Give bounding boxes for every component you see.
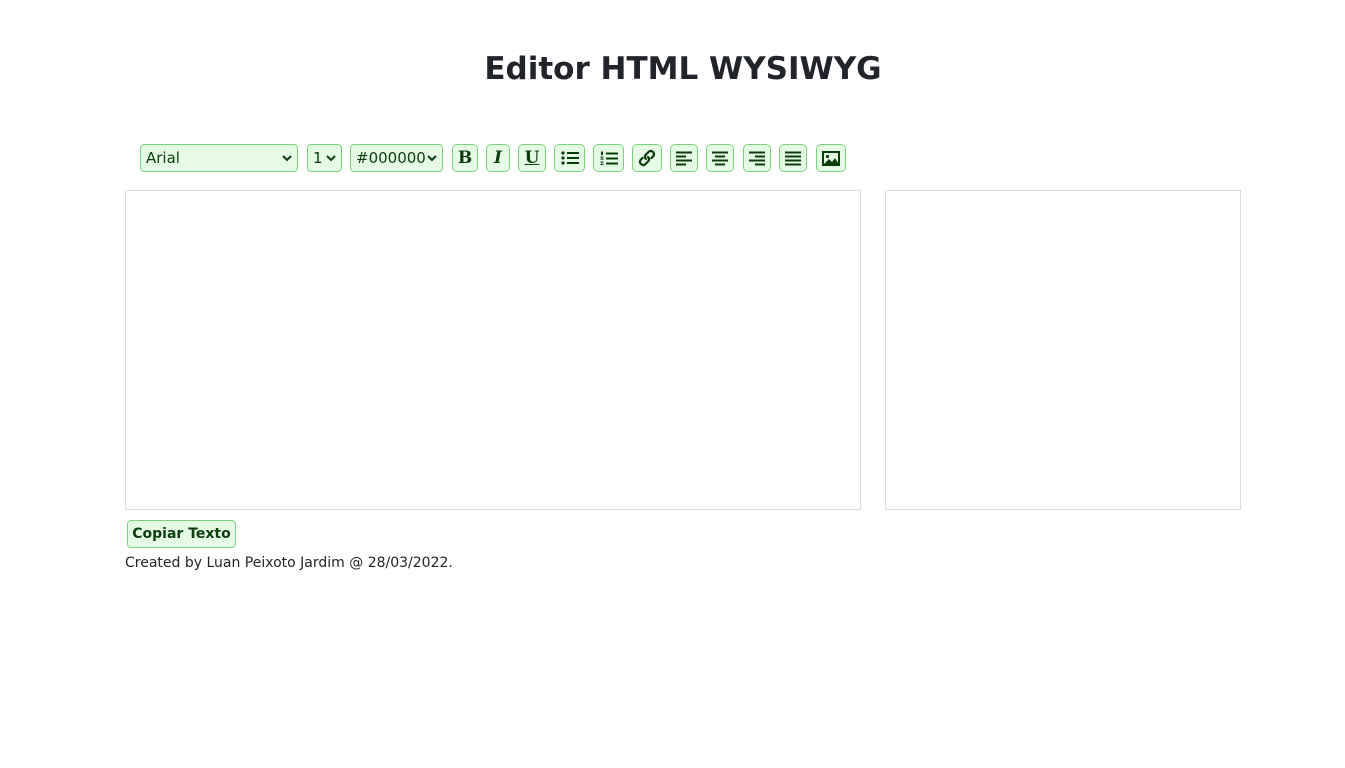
font-color-value: #000000 [356, 149, 426, 167]
page-title: Editor HTML WYSIWYG [484, 51, 882, 87]
underline-button[interactable]: U [518, 144, 546, 172]
unordered-list-button[interactable] [554, 144, 585, 172]
font-family-select[interactable]: Arial [140, 144, 298, 172]
align-left-button[interactable] [670, 144, 698, 172]
align-center-button[interactable] [706, 144, 734, 172]
html-preview-area[interactable] [885, 190, 1241, 510]
chevron-down-icon [326, 155, 336, 162]
italic-icon: I [494, 147, 502, 168]
link-icon [638, 149, 656, 167]
font-family-value: Arial [146, 149, 180, 167]
font-color-select[interactable]: #000000 [350, 144, 443, 172]
align-left-icon [676, 151, 692, 165]
footer-credit: Created by Luan Peixoto Jardim @ 28/03/2… [125, 555, 453, 571]
link-button[interactable] [632, 144, 662, 172]
ordered-list-button[interactable] [593, 144, 624, 172]
image-icon [822, 150, 840, 166]
italic-button[interactable]: I [486, 144, 510, 172]
numbered-list-icon [600, 151, 618, 165]
align-center-icon [712, 151, 728, 165]
chevron-down-icon [282, 155, 292, 162]
align-right-icon [749, 151, 765, 165]
bullet-list-icon [560, 151, 579, 165]
underline-icon: U [524, 147, 540, 168]
bold-button[interactable]: B [452, 144, 478, 172]
chevron-down-icon [427, 155, 437, 162]
bold-icon: B [457, 147, 473, 168]
insert-image-button[interactable] [816, 144, 846, 172]
align-right-button[interactable] [743, 144, 771, 172]
font-size-select[interactable]: 1 [307, 144, 342, 172]
align-justify-icon [785, 151, 801, 165]
editor-content-area[interactable] [125, 190, 861, 510]
align-justify-button[interactable] [779, 144, 807, 172]
copy-text-button[interactable]: Copiar Texto [127, 520, 236, 548]
font-size-value: 1 [313, 149, 323, 167]
